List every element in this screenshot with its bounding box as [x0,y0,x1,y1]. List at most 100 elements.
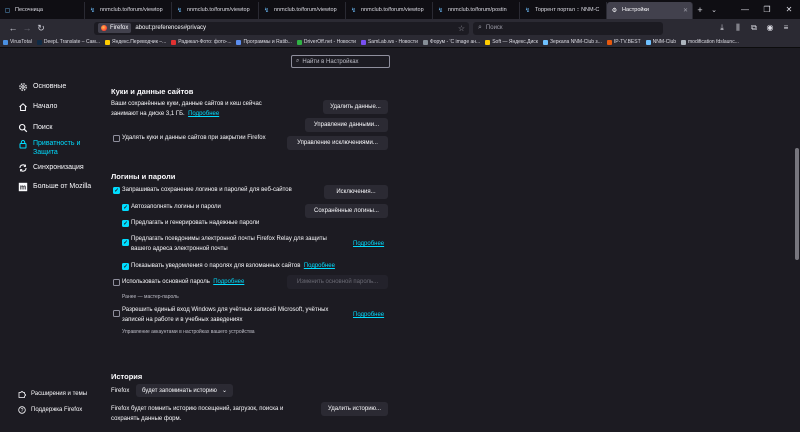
category-label: Поиск [33,124,53,131]
autofill-logins-checkbox[interactable]: ✓ [122,204,129,211]
download-icon[interactable]: ⤓ [714,23,730,33]
tab[interactable]: ↯ Торрент портал :: NNM-C [520,1,607,19]
reload-icon[interactable]: ↻ [34,23,48,34]
category-home[interactable]: Начало [18,102,57,112]
account-icon[interactable]: ◉ [762,23,778,33]
cookies-learn-more-link[interactable]: Подробнее [188,111,219,117]
logins-heading: Логины и пароли [111,172,176,181]
identity-box[interactable]: Firefox [98,23,132,33]
bookmark-item[interactable]: NNM-Club [645,39,676,45]
bookmark-icon [485,39,491,45]
clear-data-button[interactable]: Удалить данные... [323,100,388,114]
change-primary-password-button[interactable]: Изменить основной пароль... [287,275,388,289]
category-label: Больше от Mozilla [33,183,92,190]
breach-alerts-checkbox[interactable]: ✓ [122,263,129,270]
bookmark-item[interactable]: DeepL Translate – Сам... [36,39,100,45]
back-icon[interactable]: ← [6,23,20,33]
tab[interactable]: ↯ nnmclub.to/forum/viewtop [259,1,346,19]
bookmark-item[interactable]: DriverOff.net - Новости [296,39,356,45]
suggest-passwords-checkbox[interactable]: ✓ [122,220,129,227]
tab[interactable]: ↯ nnmclub.to/forum/postin [433,1,520,19]
tab-title: nnmclub.to/forum/viewtop [187,7,250,13]
login-exceptions-button[interactable]: Исключения... [324,185,388,199]
close-tab-icon[interactable]: ✕ [683,7,688,14]
bookmark-item[interactable]: Зеркала NNM-Club з... [542,39,602,45]
primary-password-learn-more-link[interactable]: Подробнее [213,279,244,285]
history-firefox-label: Firefox [111,388,130,394]
nav-bar: ← → ↻ Firefox about:preferences#privacy … [0,19,800,37]
list-tabs-icon[interactable]: ⌄ [707,6,721,14]
nnm-icon: ↯ [350,7,357,14]
bookmark-item[interactable]: Яндекс.Переводчик –... [105,39,166,45]
mozilla-icon: m [18,182,28,192]
tab[interactable]: ▢ Песочница [0,1,85,19]
library-icon[interactable]: ⫼ [730,23,746,33]
menu-icon[interactable]: ≡ [778,23,794,33]
ask-save-logins-checkbox[interactable]: ✓ [113,187,120,194]
suggest-passwords-label: Предлагать и генерировать надежные парол… [131,220,260,226]
help-icon: ? [18,406,26,414]
preferences-page: Основные Начало Поиск Приватность и Защи… [0,48,794,432]
category-search[interactable]: Поиск [18,123,52,133]
ask-save-logins-label: Запрашивать сохранение логинов и паролей… [122,187,292,193]
page-icon: ▢ [4,7,11,14]
extensions-icon[interactable]: ⧉ [746,23,762,33]
search-placeholder: Поиск [485,25,503,31]
bookmark-icon [36,39,42,45]
tab[interactable]: ↯ nnmclub.to/forum/viewtop [172,1,259,19]
history-heading: История [111,372,143,381]
primary-password-label: Использовать основной пароль Подробнее [122,279,245,285]
bookmark-icon [645,39,651,45]
bookmark-item[interactable]: Форум - 'С image ан... [422,39,480,45]
search-bar[interactable]: ⌕ Поиск [473,21,663,35]
primary-password-checkbox[interactable] [113,279,120,286]
category-sync[interactable]: Синхронизация [18,163,84,173]
manage-exceptions-button[interactable]: Управление исключениями... [287,136,388,150]
category-privacy[interactable]: Приватность и Защита [18,139,81,157]
bookmark-item[interactable]: Soft — Яндекс.Диск [485,39,538,45]
manage-data-button[interactable]: Управление данными... [305,118,388,132]
scrollbar-thumb[interactable] [795,148,799,260]
nnm-icon: ↯ [89,7,96,14]
tab-title: Настройки [622,7,649,13]
support-link[interactable]: ? Поддержка Firefox [18,406,82,414]
url-bar[interactable]: Firefox about:preferences#privacy ☆ [94,21,469,35]
home-icon [18,102,28,112]
find-in-settings-input[interactable]: ⌕ Найти в Настройках [291,55,390,68]
addons-link[interactable]: Расширения и темы [18,390,87,398]
restore-icon[interactable]: ❐ [756,5,778,14]
tab-settings[interactable]: ⚙ Настройки ✕ [607,1,693,19]
windows-sso-checkbox[interactable] [113,310,120,317]
bookmark-item[interactable]: IP-TV.BEST [606,39,641,45]
bookmark-item[interactable]: Программы и Ratib... [236,39,292,45]
saved-logins-button[interactable]: Сохранённые логины... [305,204,388,218]
tab[interactable]: ↯ nnmclub.to/forum/viewtop [85,1,172,19]
bookmark-icon [105,39,110,45]
svg-text:m: m [20,185,26,192]
bookmark-item[interactable]: modification fdslaunc... [681,39,739,45]
bookmark-item[interactable]: VirusTotal [3,39,32,45]
category-general[interactable]: Основные [18,82,66,92]
history-description: Firefox будет помнить историю посещений,… [111,406,284,422]
relay-checkbox[interactable]: ✓ [122,239,129,246]
windows-sso-learn-more-link[interactable]: Подробнее [353,310,384,320]
bookmark-item[interactable]: Радикал-Фото: фото-... [171,39,231,45]
minimize-icon[interactable]: — [734,5,756,14]
relay-learn-more-link[interactable]: Подробнее [353,239,384,249]
forward-icon[interactable]: → [20,23,34,33]
history-mode-select[interactable]: будет запоминать историю ⌄ [136,384,233,397]
search-icon: ⌕ [478,24,482,31]
nnm-icon: ↯ [437,7,444,14]
tab[interactable]: ↯ nnmclub.to/forum/viewtop [346,1,433,19]
bookmark-star-icon[interactable]: ☆ [458,24,465,33]
delete-on-close-checkbox[interactable] [113,135,120,142]
close-window-icon[interactable]: ✕ [778,5,800,14]
page-scrollbar[interactable] [794,48,800,432]
clear-history-button[interactable]: Удалить историю... [321,402,388,416]
new-tab-icon[interactable]: + [693,5,707,15]
toolbar-buttons: ⤓ ⫼ ⧉ ◉ ≡ [714,23,794,33]
breach-learn-more-link[interactable]: Подробнее [304,263,335,269]
tab-title: nnmclub.to/forum/viewtop [274,7,337,13]
category-more-from-mozilla[interactable]: m Больше от Mozilla [18,182,91,192]
bookmark-item[interactable]: SamLab.ws - Новости [360,39,418,45]
